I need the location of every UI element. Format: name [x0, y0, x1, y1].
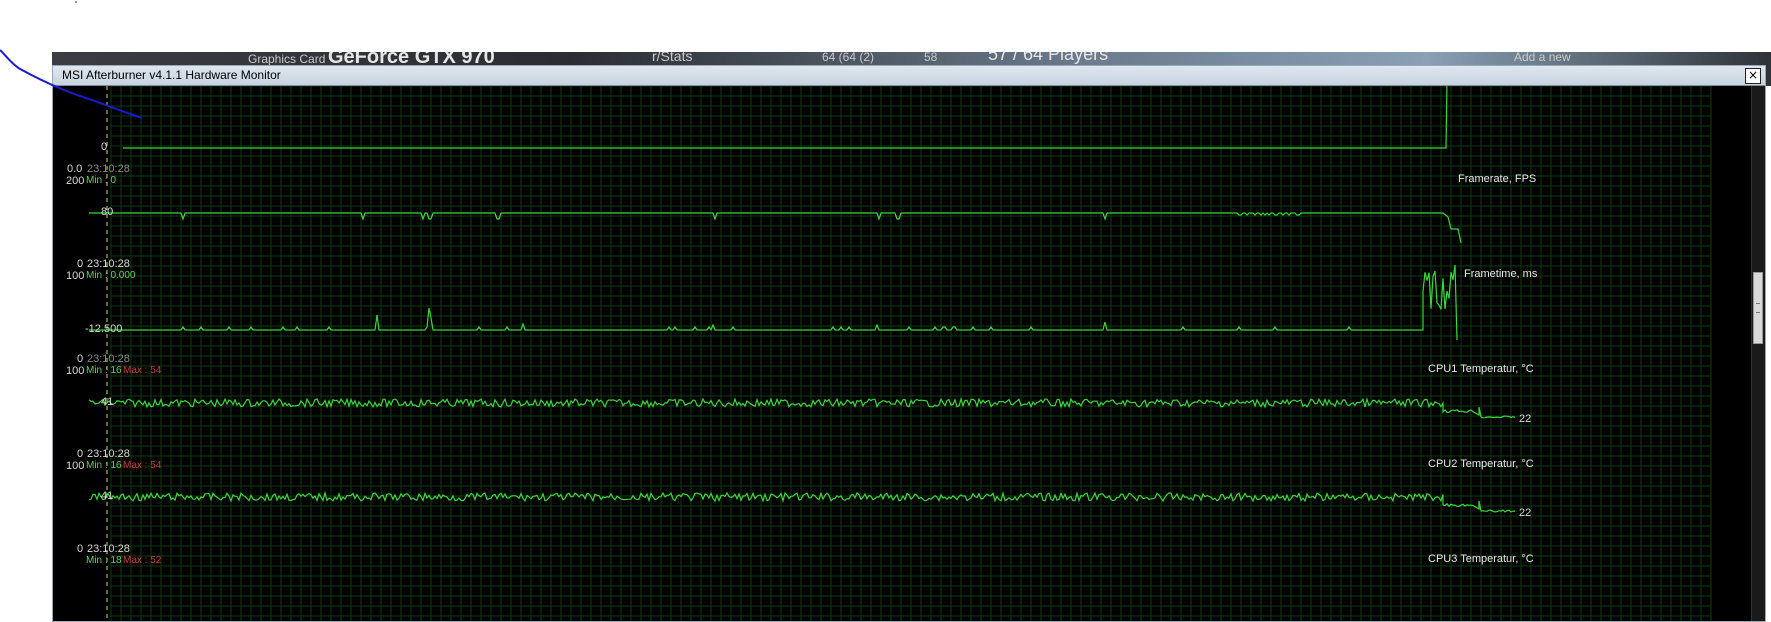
add-new-link[interactable]: Add a new: [1514, 52, 1571, 64]
graph-end-value: 22: [1519, 413, 1532, 425]
close-button[interactable]: ×: [1745, 68, 1761, 84]
graph-end-value: 22: [1519, 507, 1532, 519]
graph-title: CPU2 Temperatur, °C: [1428, 458, 1534, 470]
graphs-canvas: [88, 86, 1712, 621]
annotation-arrow: [0, 1, 143, 119]
graph-top-value: 200: [66, 175, 85, 187]
title-bar[interactable]: MSI Afterburner v4.1.1 Hardware Monitor …: [53, 66, 1765, 86]
graph-title: CPU1 Temperatur, °C: [1428, 363, 1534, 375]
graph-top-value: 100: [66, 270, 85, 282]
scrollbar-thumb[interactable]: [1753, 272, 1763, 344]
graph-time: 23:10:28: [87, 448, 130, 460]
graph-current-value: 41: [101, 396, 114, 408]
graph-title: Framerate, FPS: [1458, 173, 1537, 185]
graph-max-value: Max : 54: [123, 460, 162, 471]
graph-top-value: 100: [66, 365, 85, 377]
graph-min-value: Min : 0: [86, 175, 117, 186]
graph-min-value: Min : 16: [86, 460, 122, 471]
graph-time: 23:10:28: [87, 353, 130, 365]
graph-current-value: -12.500: [85, 323, 123, 335]
graph-current-value: 41: [101, 490, 114, 502]
graph-bottom-value: 0: [77, 353, 84, 365]
grid: [110, 86, 1712, 621]
graph-title: CPU3 Temperatur, °C: [1428, 553, 1534, 565]
ping-value: 58: [924, 52, 938, 64]
vertical-scrollbar[interactable]: [1751, 86, 1765, 621]
graph-min-value: Min : 16: [86, 365, 122, 376]
graph-min-value: Min : 18: [86, 555, 122, 566]
graph-top-value: 100: [66, 460, 85, 472]
graph-area[interactable]: 0.0 23:10:28 Min : 0 0 Framerate, FPS 200 0 23:…: [53, 86, 1765, 621]
graph-bottom-value: 0: [77, 258, 84, 270]
graph-current-value: 0: [101, 141, 108, 153]
graph-bottom-value: 0: [77, 448, 84, 460]
graph-min-value: Min : 0.000: [86, 270, 136, 281]
graph-bottom-value: 0.0: [67, 163, 83, 175]
graph-time: 23:10:28: [87, 163, 130, 175]
graphics-card-label: Graphics Card: [248, 52, 326, 66]
graph-current-value: 80: [101, 206, 114, 218]
frametime-series: [89, 212, 1462, 244]
graph-time: 23:10:28: [87, 543, 130, 555]
graph-max-value: Max : 54: [123, 365, 162, 376]
graph-time: 23:10:28: [87, 258, 130, 270]
hardware-monitor-window: MSI Afterburner v4.1.1 Hardware Monitor …: [52, 65, 1766, 622]
graph-max-value: Max : 52: [123, 555, 162, 566]
players-count: 57 / 64 Players: [988, 52, 1109, 64]
graph-title: Frametime, ms: [1464, 268, 1538, 280]
stats-label: r/Stats: [652, 52, 693, 64]
server-slots: 64 (64 (2): [822, 52, 875, 64]
graph-bottom-value: 0: [77, 543, 84, 555]
framerate-series: [123, 86, 1448, 149]
